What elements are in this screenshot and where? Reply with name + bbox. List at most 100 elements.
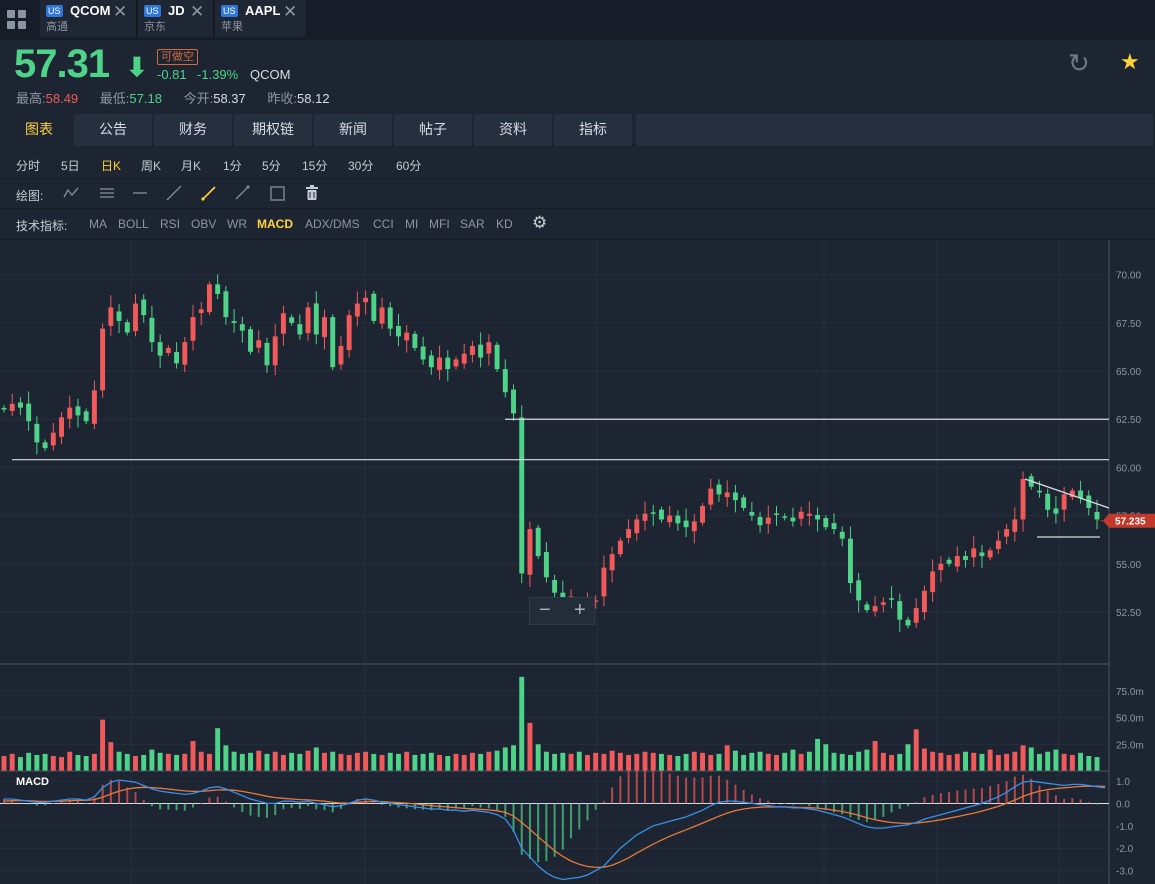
zoom-in-icon[interactable]: +: [574, 599, 586, 622]
rectangle-tool-icon[interactable]: [270, 186, 285, 201]
macd-histogram-bar: [208, 797, 211, 804]
volume-bar: [691, 751, 697, 771]
volume-bar: [1012, 751, 1018, 771]
volume-bar: [478, 753, 484, 771]
volume-bar: [256, 750, 262, 771]
candle-body: [256, 340, 262, 348]
candle-body: [26, 403, 32, 422]
volume-bar: [174, 754, 180, 771]
period-1min[interactable]: 1分: [223, 157, 242, 174]
period-daily[interactable]: 日K: [101, 157, 121, 174]
segment-tool-icon[interactable]: [201, 185, 217, 201]
tab-announcements[interactable]: 公告: [74, 114, 152, 146]
horizontal-line-tool-icon[interactable]: [132, 186, 148, 200]
macd-axis-label: -3.0: [1116, 867, 1134, 878]
volume-bar: [190, 741, 196, 771]
tab-options[interactable]: 期权链: [234, 114, 312, 146]
candle-body: [872, 606, 878, 612]
close-icon[interactable]: ✕: [283, 2, 297, 22]
indicator-mi[interactable]: MI: [405, 217, 418, 231]
candlestick-chart[interactable]: 70.0067.5065.0062.5060.0057.5055.0052.50…: [0, 240, 1155, 884]
stock-tab-qcom[interactable]: US QCOM 高通 ✕: [40, 0, 137, 37]
trash-icon[interactable]: [305, 185, 319, 201]
volume-bar: [913, 729, 919, 771]
tab-profile[interactable]: 资料: [474, 114, 552, 146]
indicator-adx-dms[interactable]: ADX/DMS: [305, 217, 360, 231]
macd-histogram-bar: [307, 803, 310, 807]
volume-bar: [535, 744, 541, 771]
indicator-sar[interactable]: SAR: [460, 217, 485, 231]
indicator-kd[interactable]: KD: [496, 217, 513, 231]
period-15min[interactable]: 15分: [302, 157, 327, 174]
short-sell-badge[interactable]: 可做空: [157, 49, 198, 65]
volume-bar: [511, 745, 516, 771]
volume-bar: [67, 751, 73, 771]
indicator-rsi[interactable]: RSI: [160, 217, 180, 231]
refresh-icon[interactable]: ↻: [1068, 48, 1090, 79]
macd-histogram-bar: [627, 770, 630, 804]
indicator-boll[interactable]: BOLL: [118, 217, 149, 231]
volume-bar: [971, 752, 977, 771]
candle-body: [831, 523, 837, 530]
macd-histogram-bar: [298, 803, 301, 809]
indicator-cci[interactable]: CCI: [373, 217, 394, 231]
close-icon[interactable]: ✕: [190, 2, 204, 22]
macd-histogram-bar: [224, 801, 227, 804]
volume-bar: [609, 750, 615, 771]
stock-tab-jd[interactable]: US JD 京东 ✕: [138, 0, 214, 37]
indicator-ma[interactable]: MA: [89, 217, 107, 231]
period-monthly[interactable]: 月K: [181, 157, 201, 174]
period-intraday[interactable]: 分时: [16, 157, 40, 174]
candle-body: [1012, 519, 1018, 532]
period-60min[interactable]: 60分: [396, 157, 421, 174]
period-weekly[interactable]: 周K: [141, 157, 161, 174]
candle-body: [650, 512, 656, 514]
period-30min[interactable]: 30分: [348, 157, 373, 174]
zigzag-tool-icon[interactable]: [63, 186, 79, 200]
macd-histogram-bar: [652, 766, 655, 804]
candle-body: [757, 516, 763, 526]
indicator-toolbar: 技术指标: MA BOLL RSI OBV WR MACD ADX/DMS CC…: [0, 209, 1155, 240]
macd-histogram-bar: [619, 776, 622, 804]
macd-histogram-bar: [972, 788, 975, 804]
volume-bar: [831, 752, 837, 771]
candle-body: [658, 509, 664, 520]
candle-body: [469, 346, 475, 356]
indicator-macd[interactable]: MACD: [257, 217, 293, 231]
macd-histogram-bar: [931, 794, 934, 804]
tab-chart[interactable]: 图表: [0, 114, 78, 146]
indicator-obv[interactable]: OBV: [191, 217, 216, 231]
ray-tool-icon[interactable]: [234, 185, 250, 201]
gear-icon[interactable]: ⚙: [532, 213, 547, 233]
macd-histogram-bar: [1054, 795, 1057, 804]
candle-body: [634, 519, 640, 534]
macd-histogram-bar: [76, 800, 79, 804]
indicator-wr[interactable]: WR: [227, 217, 247, 231]
volume-bar: [124, 753, 130, 771]
tab-news[interactable]: 新闻: [314, 114, 392, 146]
zoom-out-icon[interactable]: −: [539, 599, 551, 622]
star-icon[interactable]: ★: [1120, 49, 1140, 75]
candle-body: [1004, 529, 1010, 537]
parallel-lines-tool-icon[interactable]: [99, 186, 115, 200]
volume-bar: [322, 752, 327, 771]
price-change: -0.81: [157, 67, 187, 82]
stock-tab-aapl[interactable]: US AAPL 苹果 ✕: [215, 0, 307, 37]
close-icon[interactable]: ✕: [113, 2, 127, 22]
trend-line: [1024, 478, 1110, 509]
candle-body: [272, 336, 278, 366]
candle-body: [691, 521, 697, 532]
grid-icon[interactable]: [2, 4, 34, 34]
period-5day[interactable]: 5日: [61, 157, 80, 174]
tab-indicators[interactable]: 指标: [554, 114, 632, 146]
candle-body: [995, 540, 1001, 549]
tab-posts[interactable]: 帖子: [394, 114, 472, 146]
volume-bar: [338, 753, 344, 771]
candle-body: [511, 389, 516, 414]
tab-financials[interactable]: 财务: [154, 114, 232, 146]
indicator-mfi[interactable]: MFI: [429, 217, 450, 231]
stock-tab-code: JD: [168, 3, 185, 18]
volume-bar: [921, 748, 927, 771]
trend-line-tool-icon[interactable]: [166, 185, 182, 201]
period-5min[interactable]: 5分: [262, 157, 281, 174]
